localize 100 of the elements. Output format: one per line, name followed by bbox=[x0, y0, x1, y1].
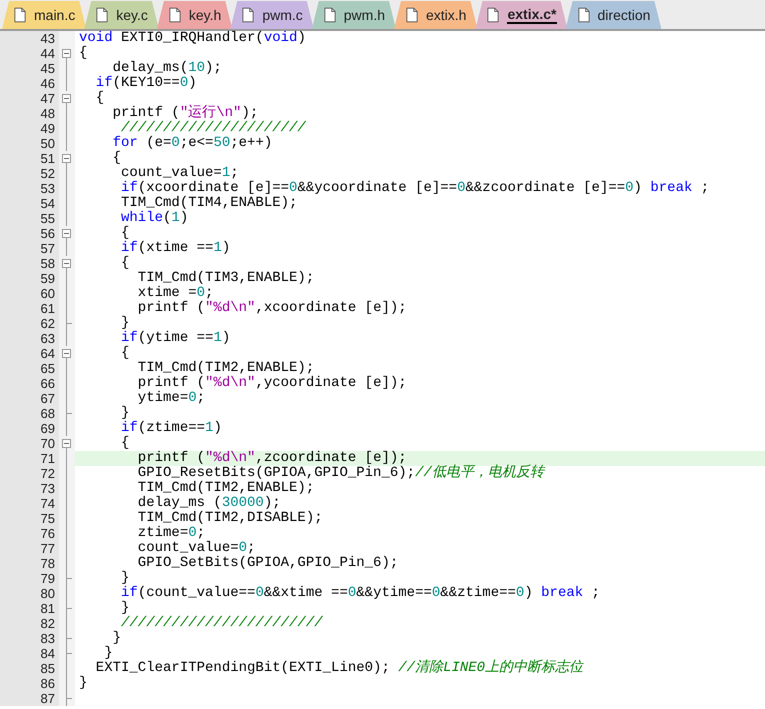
code-line: ////////////////////// bbox=[121, 121, 307, 136]
code-line: TIM_Cmd(TIM3,ENABLE); bbox=[136, 271, 316, 286]
file-tab[interactable]: extix.h bbox=[394, 1, 478, 29]
line-number: 77 bbox=[40, 541, 56, 556]
code-line: EXTI_ClearITPendingBit(EXTI_Line0); //清除LINE0上的中断标志位 bbox=[94, 661, 585, 676]
collapse-icon[interactable] bbox=[62, 349, 71, 358]
code-line: count_value=0; bbox=[136, 541, 256, 556]
line-number: 78 bbox=[40, 556, 56, 571]
line-number: 63 bbox=[40, 331, 56, 346]
line-number: 80 bbox=[40, 586, 56, 601]
code-line: { bbox=[78, 46, 88, 61]
collapse-icon[interactable] bbox=[62, 154, 71, 163]
line-number: 61 bbox=[40, 301, 56, 316]
document-icon bbox=[242, 7, 254, 23]
code-line: TIM_Cmd(TIM2,DISABLE); bbox=[136, 511, 324, 526]
line-number: 79 bbox=[40, 571, 56, 586]
code-line: { bbox=[120, 436, 130, 451]
file-tab[interactable]: extix.c* bbox=[475, 1, 568, 29]
line-number: 54 bbox=[40, 196, 56, 211]
code-line: printf ("%d\n",xcoordinate [e]); bbox=[136, 301, 408, 316]
code-line: ztime=0; bbox=[136, 526, 206, 541]
line-number: 51 bbox=[40, 151, 56, 166]
line-number: 59 bbox=[40, 271, 56, 286]
line-number: 75 bbox=[40, 511, 56, 526]
line-number: 50 bbox=[40, 136, 56, 151]
document-icon bbox=[406, 7, 418, 23]
line-number: 55 bbox=[40, 211, 56, 226]
code-line: ytime=0; bbox=[136, 391, 206, 406]
line-number: 71 bbox=[40, 451, 56, 466]
line-number: 76 bbox=[40, 526, 56, 541]
file-tab[interactable]: pwm.c bbox=[230, 1, 314, 29]
code-line: } bbox=[112, 631, 122, 646]
file-tab[interactable]: direction bbox=[566, 1, 662, 29]
code-line: TIM_Cmd(TIM2,ENABLE); bbox=[136, 361, 314, 376]
code-line: xtime =0; bbox=[136, 286, 214, 301]
code-line: GPIO_ResetBits(GPIOA,GPIO_Pin_6);//低电平，电机反转 bbox=[136, 466, 546, 481]
code-line: if(xtime ==1) bbox=[120, 241, 232, 256]
document-icon bbox=[578, 7, 590, 23]
line-number: 83 bbox=[40, 631, 56, 646]
code-line: { bbox=[120, 346, 130, 361]
line-number: 57 bbox=[40, 241, 56, 256]
code-line: } bbox=[120, 571, 130, 586]
code-line: printf ("运行\n"); bbox=[112, 106, 258, 121]
code-line: if(xcoordinate [e]==0&&ycoordinate [e]==0&&zcoordinate [e]==0) break ; bbox=[120, 181, 710, 196]
line-number: 65 bbox=[40, 361, 56, 376]
code-line: } bbox=[120, 406, 130, 421]
code-line: } bbox=[120, 601, 130, 616]
line-number: 46 bbox=[40, 76, 56, 91]
line-number: 45 bbox=[40, 61, 56, 76]
code-line: printf ("%d\n",ycoordinate [e]); bbox=[136, 376, 408, 391]
document-icon bbox=[324, 7, 336, 23]
document-icon bbox=[96, 7, 108, 23]
line-number: 72 bbox=[40, 466, 56, 481]
line-number: 70 bbox=[40, 436, 56, 451]
line-number: 68 bbox=[40, 406, 56, 421]
code-line: //////////////////////// bbox=[120, 616, 324, 631]
file-tab[interactable]: main.c bbox=[2, 1, 86, 29]
collapse-icon[interactable] bbox=[62, 94, 71, 103]
line-number: 49 bbox=[40, 121, 56, 136]
line-number: 81 bbox=[40, 601, 56, 616]
code-line: } bbox=[120, 316, 130, 331]
file-tab[interactable]: pwm.h bbox=[312, 1, 396, 29]
line-number: 56 bbox=[40, 226, 56, 241]
line-number: 58 bbox=[40, 256, 56, 271]
code-line: count_value=1; bbox=[120, 166, 240, 181]
collapse-icon[interactable] bbox=[62, 259, 71, 268]
document-icon bbox=[168, 7, 181, 23]
collapse-icon[interactable] bbox=[62, 49, 71, 58]
line-number: 62 bbox=[40, 316, 56, 331]
line-number: 67 bbox=[40, 391, 56, 406]
line-number: 47 bbox=[40, 91, 56, 106]
code-line: } bbox=[104, 646, 113, 661]
code-line: GPIO_SetBits(GPIOA,GPIO_Pin_6); bbox=[136, 556, 400, 571]
code-line: for (e=0;e<=50;e++) bbox=[112, 136, 274, 151]
line-number: 82 bbox=[40, 616, 56, 631]
code-line: { bbox=[94, 91, 106, 106]
document-icon bbox=[14, 7, 26, 23]
line-number: 60 bbox=[40, 286, 56, 301]
file-tab[interactable]: key.h bbox=[156, 1, 232, 29]
line-number: 84 bbox=[40, 646, 56, 661]
line-number: 74 bbox=[40, 496, 56, 511]
line-number: 69 bbox=[40, 421, 56, 436]
code-line: { bbox=[120, 256, 130, 271]
line-number: 44 bbox=[40, 46, 56, 61]
code-line: } bbox=[78, 676, 88, 691]
document-icon bbox=[487, 7, 500, 23]
line-number: 85 bbox=[40, 661, 56, 676]
code-line: delay_ms (30000); bbox=[136, 496, 281, 511]
collapse-icon[interactable] bbox=[62, 229, 71, 238]
code-line: if(count_value==0&&xtime ==0&&ytime==0&&ztime==0) break ; bbox=[120, 586, 601, 601]
code-line: if(ztime==1) bbox=[120, 421, 223, 436]
line-number: 86 bbox=[40, 676, 56, 691]
line-number: 53 bbox=[40, 181, 56, 196]
code-line: if(ytime ==1) bbox=[120, 331, 232, 346]
line-number: 73 bbox=[40, 481, 56, 496]
file-tab[interactable]: key.c bbox=[84, 1, 159, 29]
code-line: while(1) bbox=[120, 211, 190, 226]
code-line: void EXTI0_IRQHandler(void) bbox=[78, 31, 307, 46]
code-line: TIM_Cmd(TIM2,ENABLE); bbox=[136, 481, 316, 496]
collapse-icon[interactable] bbox=[62, 439, 71, 448]
